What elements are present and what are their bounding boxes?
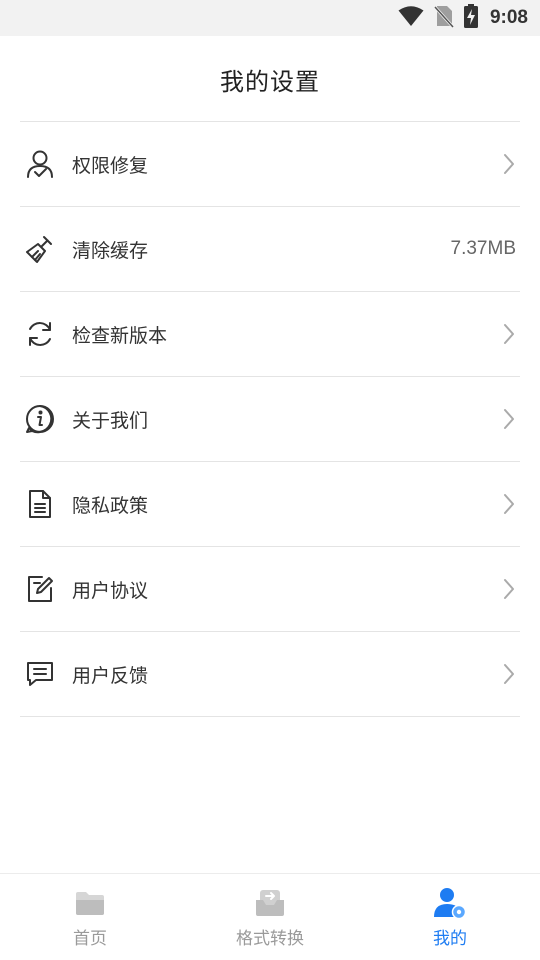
chevron-right-icon	[502, 377, 516, 461]
message-icon	[22, 656, 58, 692]
cache-size-value: 7.37MB	[451, 207, 516, 291]
broom-icon	[22, 231, 58, 267]
settings-item-label: 权限修复	[72, 154, 149, 177]
tab-format-convert[interactable]: 格式转换	[180, 874, 360, 960]
tab-label: 我的	[433, 928, 467, 949]
settings-item-user-feedback[interactable]: 用户反馈	[20, 632, 520, 717]
tab-label: 首页	[73, 928, 107, 949]
settings-item-permission-repair[interactable]: 权限修复	[20, 122, 520, 207]
chevron-right-icon	[502, 122, 516, 206]
status-bar: 9:08	[0, 0, 540, 36]
chevron-right-icon	[502, 292, 516, 376]
cache-size-text: 7.37MB	[450, 238, 516, 259]
chevron-right-icon	[502, 632, 516, 716]
settings-item-label: 用户反馈	[72, 664, 149, 687]
settings-item-privacy-policy[interactable]: 隐私政策	[20, 462, 520, 547]
settings-item-label: 隐私政策	[72, 494, 149, 517]
settings-item-clear-cache[interactable]: 清除缓存 7.37MB	[20, 207, 520, 292]
refresh-icon	[22, 316, 58, 352]
tab-mine[interactable]: 我的	[360, 874, 540, 960]
settings-item-check-update[interactable]: 检查新版本	[20, 292, 520, 377]
status-time: 9:08	[489, 7, 528, 28]
edit-note-icon	[22, 571, 58, 607]
user-check-icon	[22, 146, 58, 182]
tab-home[interactable]: 首页	[0, 874, 180, 960]
status-icons: 9:08	[398, 0, 528, 36]
document-icon	[22, 486, 58, 522]
battery-charging-icon	[463, 4, 478, 32]
chevron-right-icon	[502, 547, 516, 631]
settings-item-user-agreement[interactable]: 用户协议	[20, 547, 520, 632]
settings-item-label: 清除缓存	[72, 239, 149, 262]
settings-item-label: 关于我们	[72, 409, 149, 432]
tab-label: 格式转换	[236, 928, 304, 949]
no-sim-icon	[433, 4, 455, 32]
settings-item-about-us[interactable]: 关于我们	[20, 377, 520, 462]
settings-list: 权限修复 清除缓存 7.37MB 检查新版本 关于我们 隐私政策 用户协议 用户…	[20, 121, 520, 717]
user-settings-icon	[433, 886, 467, 920]
settings-item-label: 用户协议	[72, 579, 149, 602]
page-title: 我的设置	[220, 67, 320, 96]
wifi-icon	[398, 5, 424, 31]
info-icon	[22, 401, 58, 437]
chevron-right-icon	[502, 462, 516, 546]
convert-icon	[253, 886, 287, 920]
folder-icon	[73, 886, 107, 920]
settings-item-label: 检查新版本	[72, 324, 168, 347]
bottom-nav: 首页 格式转换 我的	[0, 873, 540, 960]
header: 我的设置	[0, 36, 540, 122]
